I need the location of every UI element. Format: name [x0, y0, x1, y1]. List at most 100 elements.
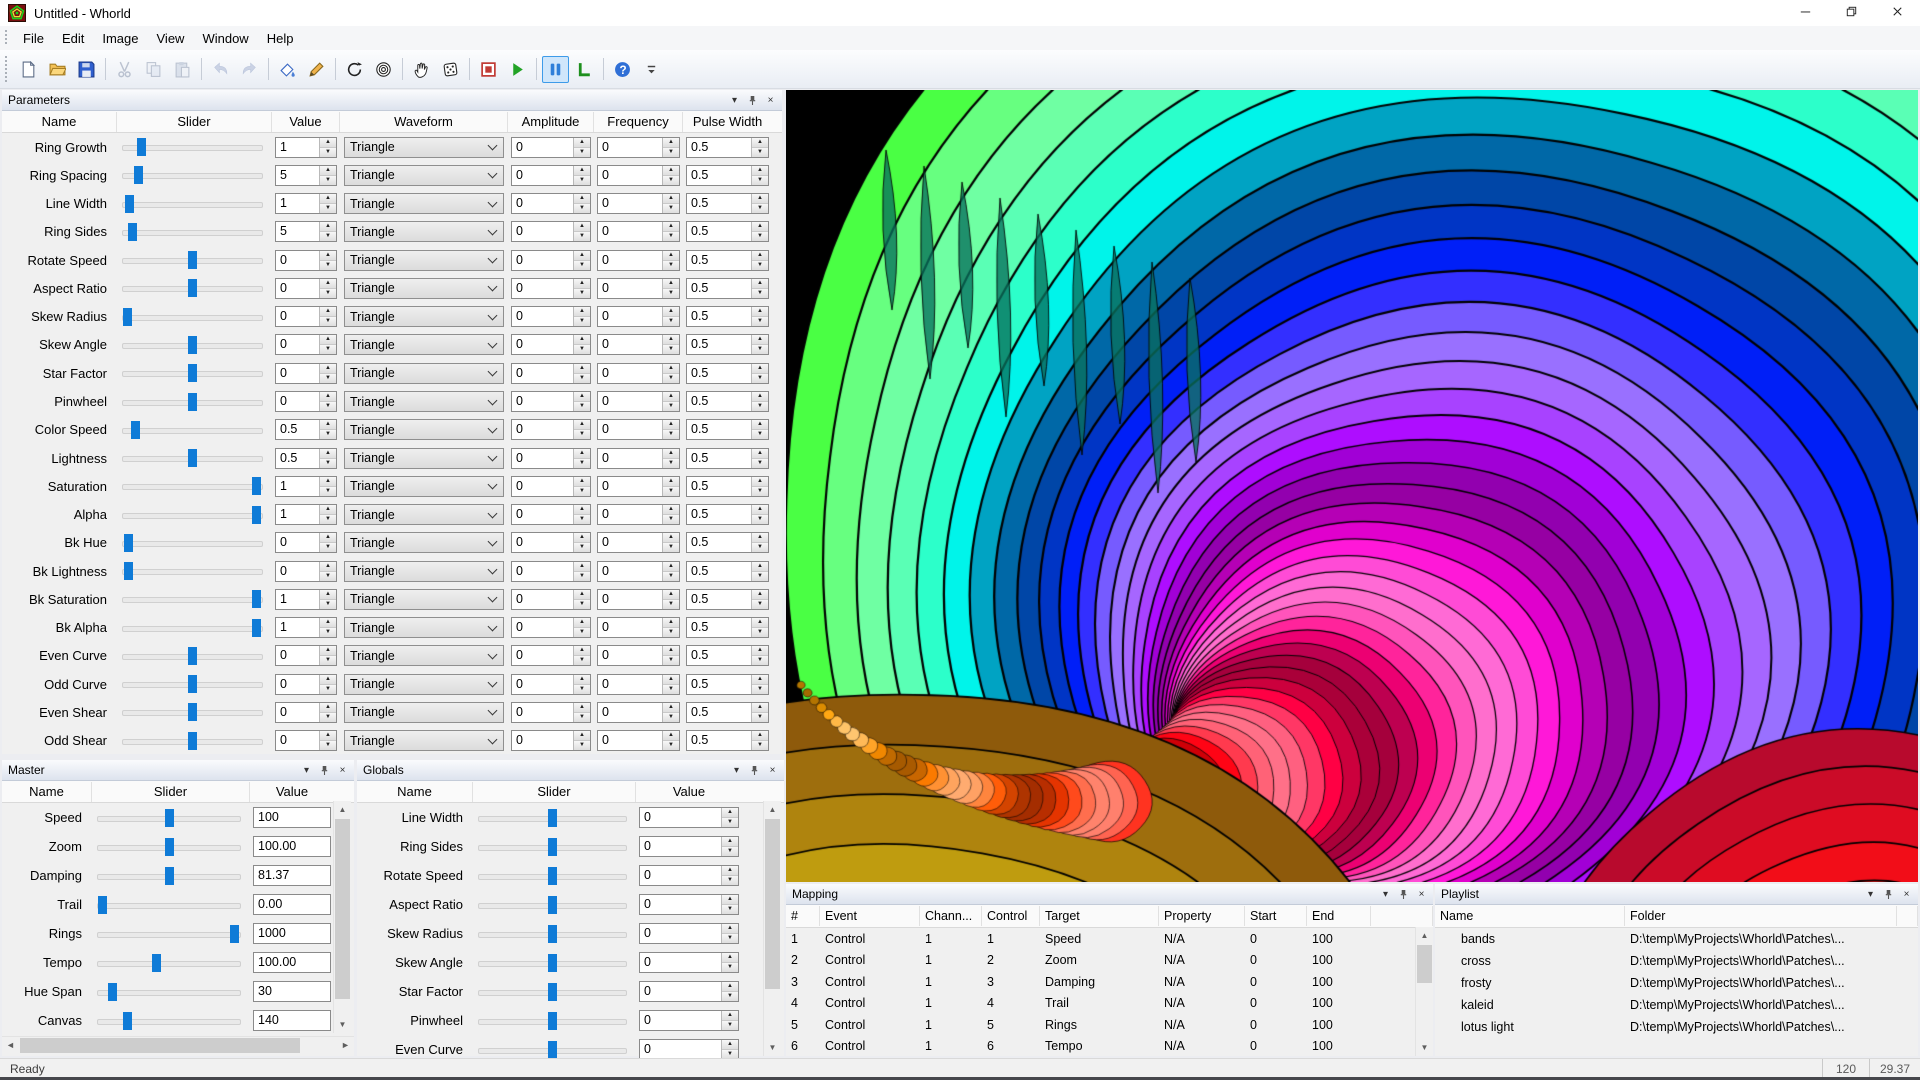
waveform-dropdown[interactable]: Triangle	[344, 589, 504, 610]
spin-up-icon[interactable]: ▲	[574, 307, 590, 317]
spin-down-icon[interactable]: ▼	[752, 515, 768, 524]
spin-down-icon[interactable]: ▼	[320, 232, 336, 241]
spin-up-icon[interactable]: ▲	[663, 533, 679, 543]
slider-thumb[interactable]	[188, 647, 197, 665]
slider-thumb[interactable]	[165, 867, 174, 885]
waveform-dropdown[interactable]: Triangle	[344, 306, 504, 327]
frequency-input[interactable]: 0▲▼	[597, 419, 680, 440]
spin-down-icon[interactable]: ▼	[663, 713, 679, 722]
slider-thumb[interactable]	[252, 619, 261, 637]
spin-up-icon[interactable]: ▲	[574, 335, 590, 345]
waveform-dropdown[interactable]: Triangle	[344, 278, 504, 299]
spin-up-icon[interactable]: ▲	[320, 222, 336, 232]
master-horizontal-scrollbar[interactable]: ◄►	[2, 1036, 354, 1054]
pencil-button[interactable]	[303, 56, 330, 83]
waveform-dropdown[interactable]: Triangle	[344, 334, 504, 355]
slider-thumb[interactable]	[548, 925, 557, 943]
amplitude-input[interactable]: 0▲▼	[511, 419, 591, 440]
slider-thumb[interactable]	[548, 1012, 557, 1030]
spin-down-icon[interactable]: ▼	[320, 402, 336, 411]
frequency-input[interactable]: 0▲▼	[597, 730, 680, 751]
parameter-value-input[interactable]: 0▲▼	[275, 645, 337, 666]
spin-down-icon[interactable]: ▼	[574, 459, 590, 468]
spin-up-icon[interactable]: ▲	[722, 895, 738, 905]
spin-up-icon[interactable]: ▲	[320, 194, 336, 204]
globals-value-input[interactable]: 0▲▼	[639, 1010, 739, 1031]
spin-down-icon[interactable]: ▼	[663, 572, 679, 581]
spin-up-icon[interactable]: ▲	[320, 364, 336, 374]
slider-thumb[interactable]	[548, 809, 557, 827]
frequency-input[interactable]: 0▲▼	[597, 391, 680, 412]
master-value-input[interactable]: 140	[253, 1010, 331, 1031]
pulse-width-input[interactable]: 0.5▲▼	[686, 221, 769, 242]
spin-up-icon[interactable]: ▲	[574, 590, 590, 600]
slider-track[interactable]	[122, 456, 263, 462]
spin-up-icon[interactable]: ▲	[752, 618, 768, 628]
slider-track[interactable]	[478, 1019, 627, 1025]
spin-down-icon[interactable]: ▼	[663, 430, 679, 439]
spin-up-icon[interactable]: ▲	[320, 590, 336, 600]
amplitude-input[interactable]: 0▲▼	[511, 165, 591, 186]
slider-track[interactable]	[122, 626, 263, 632]
slider-thumb[interactable]	[188, 732, 197, 750]
amplitude-input[interactable]: 0▲▼	[511, 334, 591, 355]
spin-down-icon[interactable]: ▼	[663, 543, 679, 552]
slider-thumb[interactable]	[548, 896, 557, 914]
waveform-dropdown[interactable]: Triangle	[344, 674, 504, 695]
pin-icon[interactable]	[1398, 889, 1409, 900]
spin-up-icon[interactable]: ▲	[752, 703, 768, 713]
parameter-value-input[interactable]: 0▲▼	[275, 278, 337, 299]
spin-up-icon[interactable]: ▲	[574, 505, 590, 515]
amplitude-input[interactable]: 0▲▼	[511, 448, 591, 469]
spin-down-icon[interactable]: ▼	[752, 543, 768, 552]
parameter-value-input[interactable]: 1▲▼	[275, 504, 337, 525]
frequency-input[interactable]: 0▲▼	[597, 137, 680, 158]
spin-up-icon[interactable]: ▲	[574, 138, 590, 148]
spin-up-icon[interactable]: ▲	[663, 251, 679, 261]
spin-down-icon[interactable]: ▼	[320, 656, 336, 665]
slider-thumb[interactable]	[252, 590, 261, 608]
panel-menu-icon[interactable]: ▾	[729, 95, 740, 106]
spin-up-icon[interactable]: ▲	[663, 279, 679, 289]
spin-up-icon[interactable]: ▲	[320, 307, 336, 317]
pulse-width-input[interactable]: 0.5▲▼	[686, 730, 769, 751]
pan-button[interactable]	[408, 56, 435, 83]
frequency-input[interactable]: 0▲▼	[597, 448, 680, 469]
minimize-button[interactable]	[1782, 0, 1828, 26]
whorl-visualization-view[interactable]	[786, 90, 1918, 882]
slider-thumb[interactable]	[123, 308, 132, 326]
slider-track[interactable]	[122, 400, 263, 406]
master-value-input[interactable]: 100	[253, 807, 331, 828]
slider-track[interactable]	[478, 903, 627, 909]
spin-down-icon[interactable]: ▼	[752, 148, 768, 157]
amplitude-input[interactable]: 0▲▼	[511, 137, 591, 158]
pulse-width-input[interactable]: 0.5▲▼	[686, 165, 769, 186]
slider-track[interactable]	[97, 845, 241, 851]
slider-thumb[interactable]	[165, 809, 174, 827]
waveform-dropdown[interactable]: Triangle	[344, 221, 504, 242]
spin-up-icon[interactable]: ▲	[752, 675, 768, 685]
slider-thumb[interactable]	[548, 1041, 557, 1059]
waveform-dropdown[interactable]: Triangle	[344, 561, 504, 582]
slider-track[interactable]	[122, 371, 263, 377]
spin-up-icon[interactable]: ▲	[320, 420, 336, 430]
pulse-width-input[interactable]: 0.5▲▼	[686, 674, 769, 695]
slider-thumb[interactable]	[125, 195, 134, 213]
spin-down-icon[interactable]: ▼	[752, 685, 768, 694]
spin-down-icon[interactable]: ▼	[574, 289, 590, 298]
slider-track[interactable]	[478, 874, 627, 880]
pulse-width-input[interactable]: 0.5▲▼	[686, 306, 769, 327]
spin-up-icon[interactable]: ▲	[320, 279, 336, 289]
spin-up-icon[interactable]: ▲	[752, 420, 768, 430]
master-value-input[interactable]: 100.00	[253, 952, 331, 973]
globals-value-input[interactable]: 0▲▼	[639, 865, 739, 886]
paste-button[interactable]	[169, 56, 196, 83]
step-button[interactable]	[571, 56, 598, 83]
spin-up-icon[interactable]: ▲	[722, 837, 738, 847]
globals-value-input[interactable]: 0▲▼	[639, 981, 739, 1002]
spin-down-icon[interactable]: ▼	[574, 741, 590, 750]
toolbar-gripper[interactable]	[4, 56, 9, 83]
panel-menu-icon[interactable]: ▾	[1865, 889, 1876, 900]
spin-up-icon[interactable]: ▲	[663, 194, 679, 204]
parameter-value-input[interactable]: 1▲▼	[275, 617, 337, 638]
